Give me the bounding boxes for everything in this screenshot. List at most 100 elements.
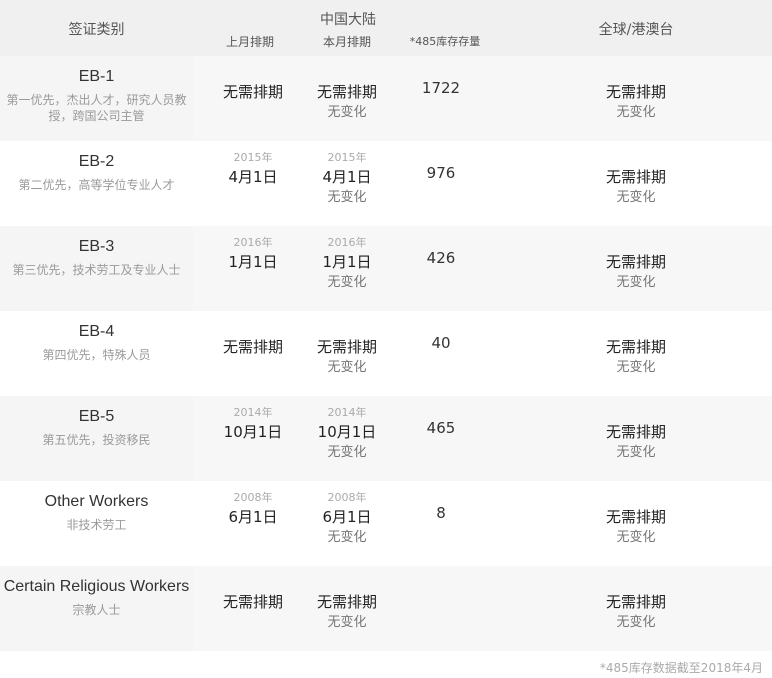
this-month-year: 2016年	[327, 236, 367, 249]
this-month-date: 4月1日	[322, 168, 372, 186]
category-name: Certain Religious Workers	[3, 578, 190, 595]
row-values: 2015年 4月1日 2015年 4月1日 无变化 976 无需排期 无变化	[193, 141, 772, 226]
last-month-cell: 无需排期	[210, 65, 296, 103]
this-month-cell: 无需排期 无变化	[303, 320, 391, 378]
global-date: 无需排期	[605, 593, 666, 611]
stock-count: 1722	[421, 79, 461, 97]
this-month-date: 无需排期	[316, 338, 377, 356]
header-last-month: 上月排期	[225, 35, 274, 49]
this-month-date: 6月1日	[322, 508, 372, 526]
last-month-date: 无需排期	[222, 83, 283, 101]
category-description: 宗教人士	[72, 603, 121, 617]
row-values: 无需排期 无需排期 无变化 40 无需排期 无变化	[193, 311, 772, 396]
this-month-date: 1月1日	[322, 253, 372, 271]
last-month-date: 无需排期	[222, 338, 283, 356]
header-this-month: 本月排期	[322, 35, 371, 49]
last-month-date: 4月1日	[228, 168, 278, 186]
header-category: 签证类别	[68, 22, 125, 38]
global-date: 无需排期	[605, 423, 666, 441]
footnote: *485库存数据截至2018年4月	[599, 661, 763, 675]
category-name: EB-5	[78, 408, 115, 425]
global-cell: 无需排期 无变化	[560, 421, 712, 463]
this-month-date: 无需排期	[316, 593, 377, 611]
global-change: 无变化	[616, 190, 656, 205]
header-china-mainland: 中国大陆	[320, 12, 376, 28]
global-cell: 无需排期 无变化	[560, 81, 712, 123]
this-month-change: 无变化	[327, 615, 367, 630]
visa-bulletin-table: 签证类别 中国大陆 上月排期 本月排期 *485库存存量 全球/港澳台 EB-1…	[0, 0, 772, 651]
this-month-cell: 无需排期 无变化	[303, 575, 391, 633]
header-485-stock: *485库存存量	[409, 35, 481, 48]
stock-count: 426	[426, 249, 456, 267]
category-cell: Other Workers 非技术劳工	[0, 481, 193, 566]
this-month-change: 无变化	[327, 275, 367, 290]
category-name: Other Workers	[44, 493, 149, 510]
global-cell: 无需排期 无变化	[560, 591, 712, 633]
last-month-date: 无需排期	[222, 593, 283, 611]
category-cell: EB-3 第三优先，技术劳工及专业人士	[0, 226, 193, 311]
table-row: Other Workers 非技术劳工 2008年 6月1日 2008年 6月1…	[0, 481, 772, 566]
last-month-date: 6月1日	[228, 508, 278, 526]
last-month-cell: 2008年 6月1日	[210, 490, 296, 528]
table-header: 签证类别 中国大陆 上月排期 本月排期 *485库存存量 全球/港澳台	[0, 0, 772, 56]
global-change: 无变化	[616, 445, 656, 460]
global-cell: 无需排期 无变化	[560, 506, 712, 548]
this-month-year: 2014年	[327, 406, 367, 419]
this-month-change: 无变化	[327, 190, 367, 205]
category-cell: EB-2 第二优先，高等学位专业人才	[0, 141, 193, 226]
row-values: 2016年 1月1日 2016年 1月1日 无变化 426 无需排期 无变化	[193, 226, 772, 311]
global-change: 无变化	[616, 275, 656, 290]
category-description: 第二优先，高等学位专业人才	[18, 178, 175, 192]
stock-count: 8	[436, 504, 446, 522]
last-month-year: 2014年	[233, 406, 273, 419]
global-date: 无需排期	[605, 253, 666, 271]
last-month-cell: 2014年 10月1日	[210, 405, 296, 443]
this-month-change: 无变化	[327, 360, 367, 375]
category-description: 第三优先，技术劳工及专业人士	[12, 263, 181, 277]
category-description: 非技术劳工	[66, 518, 127, 532]
global-date: 无需排期	[605, 83, 666, 101]
global-change: 无变化	[616, 360, 656, 375]
category-cell: EB-5 第五优先，投资移民	[0, 396, 193, 481]
this-month-date: 10月1日	[317, 423, 377, 441]
last-month-cell: 无需排期	[210, 320, 296, 358]
table-body: EB-1 第一优先，杰出人才，研究人员教授，跨国公司主管 无需排期 无需排期 无…	[0, 56, 772, 651]
last-month-date: 1月1日	[228, 253, 278, 271]
last-month-cell: 2016年 1月1日	[210, 235, 296, 273]
row-values: 无需排期 无需排期 无变化 无需排期 无变化	[193, 566, 772, 651]
category-cell: Certain Religious Workers 宗教人士	[0, 566, 193, 651]
table-row: EB-4 第四优先，特殊人员 无需排期 无需排期 无变化 40 无需排期 无变化	[0, 311, 772, 396]
last-month-cell: 2015年 4月1日	[210, 150, 296, 188]
this-month-change: 无变化	[327, 530, 367, 545]
global-change: 无变化	[616, 105, 656, 120]
global-cell: 无需排期 无变化	[560, 336, 712, 378]
category-name: EB-4	[78, 323, 115, 340]
table-row: EB-5 第五优先，投资移民 2014年 10月1日 2014年 10月1日 无…	[0, 396, 772, 481]
last-month-date: 10月1日	[223, 423, 283, 441]
stock-count: 465	[426, 419, 456, 437]
global-cell: 无需排期 无变化	[560, 251, 712, 293]
last-month-year: 2015年	[233, 151, 273, 164]
this-month-cell: 无需排期 无变化	[303, 65, 391, 123]
category-description: 第一优先，杰出人才，研究人员教授，跨国公司主管	[6, 93, 187, 123]
header-global: 全球/港澳台	[598, 22, 674, 38]
table-row: EB-2 第二优先，高等学位专业人才 2015年 4月1日 2015年 4月1日…	[0, 141, 772, 226]
category-cell: EB-4 第四优先，特殊人员	[0, 311, 193, 396]
row-values: 无需排期 无需排期 无变化 1722 无需排期 无变化	[193, 56, 772, 141]
category-description: 第五优先，投资移民	[42, 433, 151, 447]
category-cell: EB-1 第一优先，杰出人才，研究人员教授，跨国公司主管	[0, 56, 193, 141]
category-name: EB-3	[78, 238, 115, 255]
global-date: 无需排期	[605, 508, 666, 526]
last-month-year: 2016年	[233, 236, 273, 249]
stock-count: 976	[426, 164, 456, 182]
global-change: 无变化	[616, 530, 656, 545]
table-row: Certain Religious Workers 宗教人士 无需排期 无需排期…	[0, 566, 772, 651]
this-month-year: 2008年	[327, 491, 367, 504]
table-row: EB-1 第一优先，杰出人才，研究人员教授，跨国公司主管 无需排期 无需排期 无…	[0, 56, 772, 141]
this-month-cell: 2016年 1月1日 无变化	[303, 235, 391, 293]
this-month-date: 无需排期	[316, 83, 377, 101]
this-month-change: 无变化	[327, 445, 367, 460]
global-cell: 无需排期 无变化	[560, 166, 712, 208]
this-month-cell: 2008年 6月1日 无变化	[303, 490, 391, 548]
last-month-cell: 无需排期	[210, 575, 296, 613]
